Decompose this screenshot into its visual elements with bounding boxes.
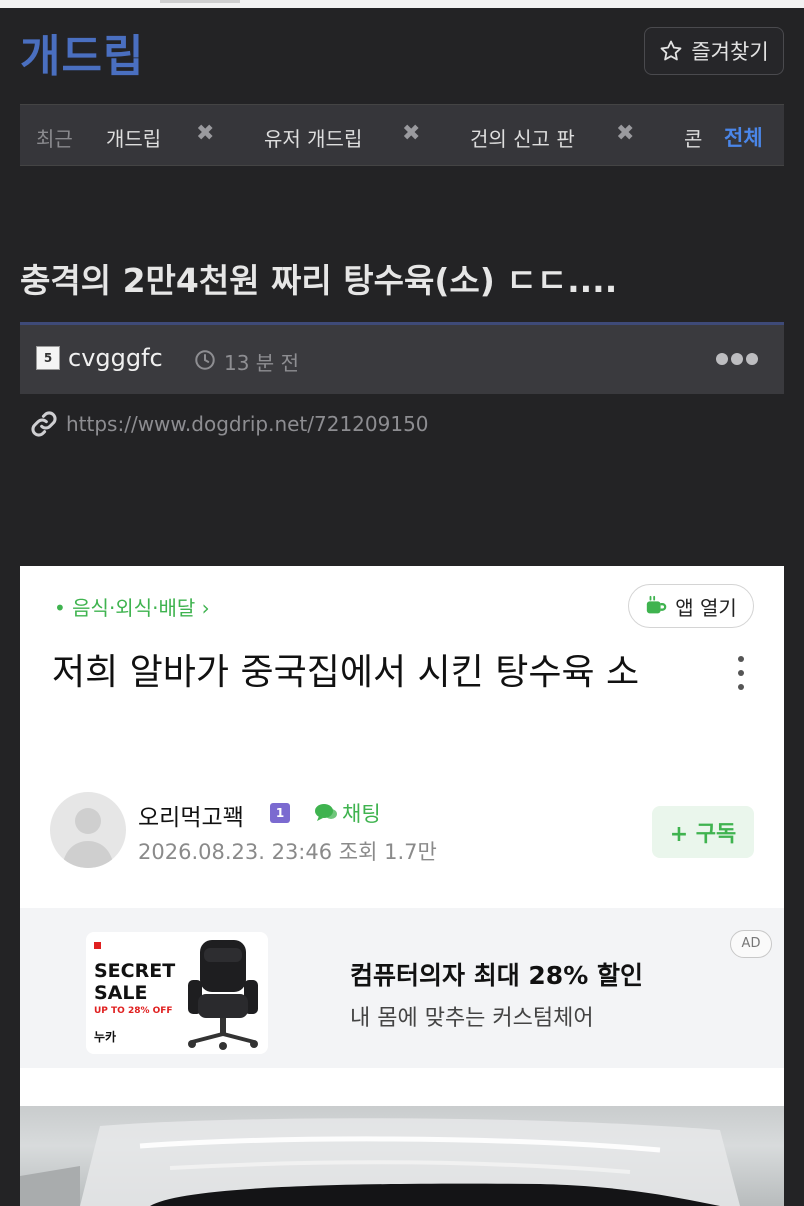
link-icon: [31, 411, 57, 437]
ad-thumb-brand: 누카: [94, 1030, 117, 1044]
office-chair-icon: [188, 940, 258, 1050]
chat-bubble-icon: [315, 804, 337, 821]
ad-thumb-line2: SALE: [94, 982, 148, 1004]
ad-thumb-line1: SECRET: [94, 960, 176, 982]
embedded-post-card: • 음식·외식·배달 › 앱 열기 저희 알바가 중국집에서 시킨 탕수육 소 …: [20, 566, 784, 1206]
recent-all-button[interactable]: 전체: [722, 105, 784, 165]
embed-author-name[interactable]: 오리먹고꽥: [138, 798, 244, 832]
ad-thumbnail[interactable]: SECRET SALE UP TO 28% OFF 누카: [86, 932, 268, 1054]
default-avatar-icon: [62, 808, 114, 868]
top-strip-mark: [160, 0, 240, 3]
post-url[interactable]: https://www.dogdrip.net/721209150: [66, 412, 429, 436]
recent-item-gaedrip[interactable]: 개드립: [106, 123, 161, 152]
ad-description[interactable]: 내 몸에 맞추는 커스텀체어: [350, 1000, 594, 1032]
recent-item-user-gaedrip[interactable]: 유저 개드립: [264, 123, 362, 152]
author-nickname[interactable]: cvgggfc: [68, 344, 163, 372]
post-meta-bar: 5 cvgggfc 13 분 전: [20, 322, 784, 394]
kebab-menu-icon[interactable]: [736, 656, 746, 690]
takeout-container-image: [20, 1118, 740, 1206]
ad-banner[interactable]: SECRET SALE UP TO 28% OFF 누카 컴퓨터의자 최대 28…: [20, 908, 784, 1068]
embed-category-link[interactable]: • 음식·외식·배달 ›: [54, 592, 210, 621]
avatar[interactable]: [50, 792, 126, 868]
chat-button[interactable]: 채팅: [314, 798, 381, 828]
chat-label: 채팅: [342, 802, 381, 826]
recent-item-truncated[interactable]: 콘: [684, 123, 702, 152]
subscribe-button[interactable]: + 구독: [652, 806, 754, 858]
close-icon[interactable]: ✖: [616, 121, 634, 146]
ad-thumb-sub: UP TO 28% OFF: [94, 1006, 173, 1016]
close-icon[interactable]: ✖: [402, 121, 420, 146]
ad-red-mark: [94, 942, 101, 949]
cafe-app-icon: [647, 595, 667, 614]
embed-date-views: 2026.08.23. 23:46 조회 1.7만: [138, 840, 437, 864]
star-icon: [660, 40, 682, 61]
post-photo[interactable]: [20, 1106, 784, 1206]
favorite-label: 즐겨찾기: [691, 40, 769, 64]
recent-item-suggestion-board[interactable]: 건의 신고 판: [470, 123, 575, 152]
level-badge-icon: 1: [270, 803, 290, 823]
site-title[interactable]: 개드립: [20, 20, 144, 84]
app-open-button[interactable]: 앱 열기: [628, 584, 754, 628]
recent-label: 최근: [36, 127, 73, 151]
recent-boards-bar: 최근 개드립 ✖ 유저 개드립 ✖ 건의 신고 판 ✖ 콘 전체: [20, 104, 784, 166]
more-options-icon[interactable]: [716, 349, 758, 369]
post-title: 충격의 2만4천원 짜리 탕수육(소) ㄷㄷ....: [20, 261, 618, 300]
clock-icon: [195, 350, 215, 370]
author-level-icon: 5: [36, 346, 60, 370]
post-url-row[interactable]: https://www.dogdrip.net/721209150: [30, 410, 429, 438]
embed-headline: 저희 알바가 중국집에서 시킨 탕수육 소: [52, 652, 640, 693]
browser-top-strip: [0, 0, 804, 8]
ad-tag-badge[interactable]: AD: [730, 930, 772, 958]
post-time: 13 분 전: [224, 351, 299, 375]
favorite-button[interactable]: 즐겨찾기: [644, 27, 784, 75]
app-open-label: 앱 열기: [675, 595, 737, 620]
close-icon[interactable]: ✖: [196, 121, 214, 146]
ad-title[interactable]: 컴퓨터의자 최대 28% 할인: [350, 956, 643, 992]
